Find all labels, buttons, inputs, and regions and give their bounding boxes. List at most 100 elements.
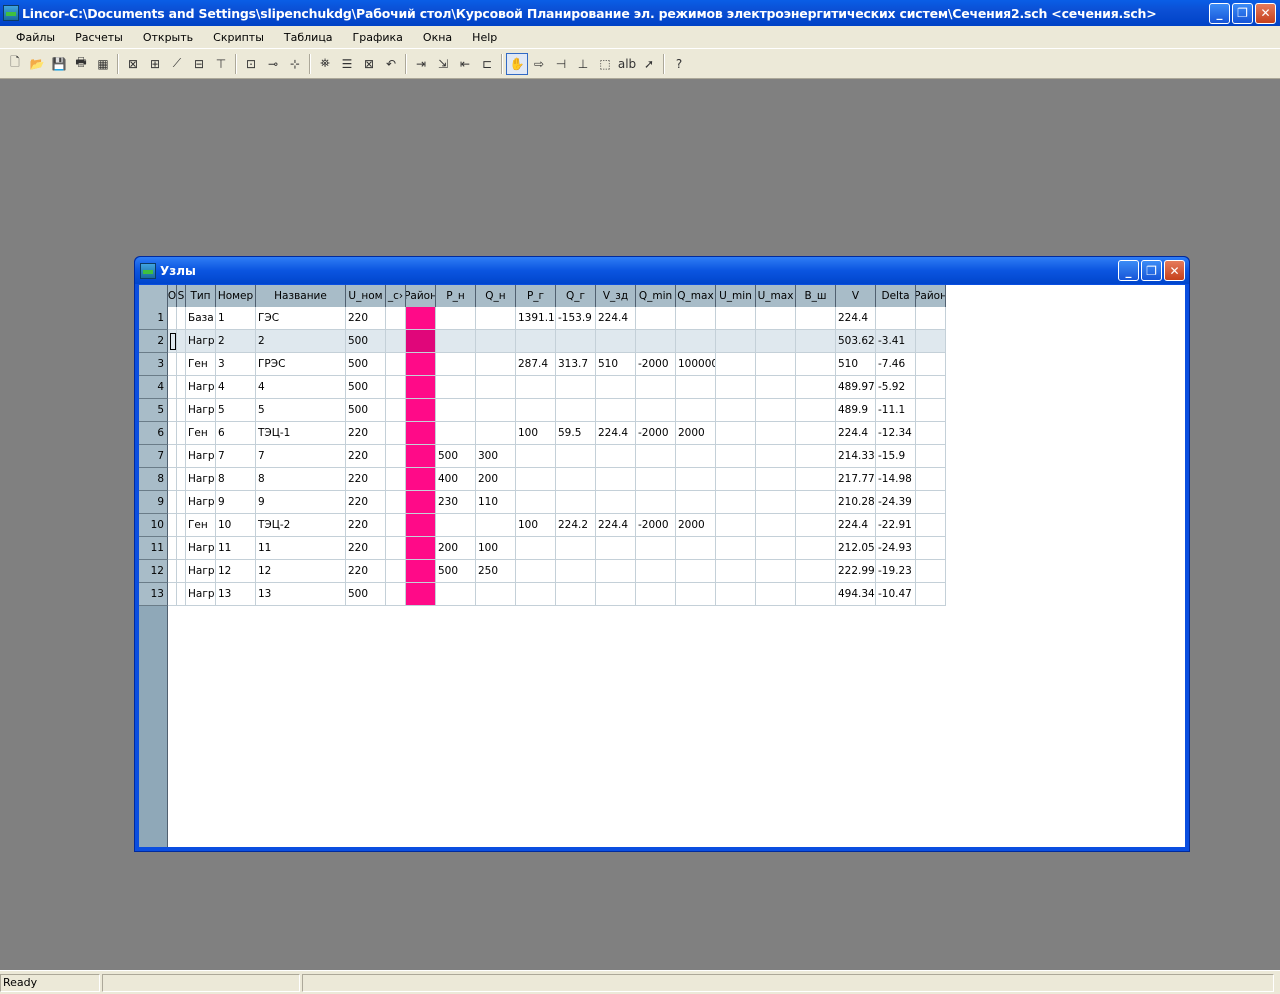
table-cell[interactable]: 12	[216, 560, 256, 583]
table-cell[interactable]	[556, 491, 596, 514]
table-cell[interactable]	[636, 376, 676, 399]
pointer-icon[interactable]: ➚	[638, 53, 660, 75]
table-cell[interactable]	[796, 399, 836, 422]
menu-graphics[interactable]: Графика	[343, 31, 413, 44]
table-cell[interactable]: -19.23	[876, 560, 916, 583]
table-cell[interactable]	[436, 353, 476, 376]
child-close-button[interactable]: ✕	[1164, 260, 1185, 281]
table-cell[interactable]: 220	[346, 422, 386, 445]
table-cell[interactable]: 510	[596, 353, 636, 376]
table-cell[interactable]	[386, 468, 406, 491]
open-folder-icon[interactable]: 📂	[26, 53, 48, 75]
table-cell[interactable]: 400	[436, 468, 476, 491]
region-color-cell[interactable]	[406, 560, 436, 583]
table-cell[interactable]: 2	[256, 330, 346, 353]
table-cell[interactable]	[756, 491, 796, 514]
table-cell[interactable]: 7	[256, 445, 346, 468]
table-cell[interactable]	[796, 307, 836, 330]
region-color-cell[interactable]	[406, 330, 436, 353]
table-cell[interactable]	[716, 560, 756, 583]
table-cell[interactable]	[168, 560, 177, 583]
table-cell[interactable]	[516, 376, 556, 399]
table-cell[interactable]: 224.2	[556, 514, 596, 537]
list-icon[interactable]: ☰	[336, 53, 358, 75]
table-row[interactable]: 7 Нагр 7 7 220 500 300 214.33 -15.9	[139, 445, 946, 468]
table-cell[interactable]	[716, 537, 756, 560]
tool-1-icon[interactable]: ⊠	[122, 53, 144, 75]
table-cell[interactable]	[876, 307, 916, 330]
table-cell[interactable]: 4	[256, 376, 346, 399]
table-cell[interactable]	[636, 537, 676, 560]
table-cell[interactable]	[796, 537, 836, 560]
column-header[interactable]: V	[836, 285, 876, 307]
table-cell[interactable]	[756, 468, 796, 491]
table-cell[interactable]: 500	[346, 353, 386, 376]
table-cell[interactable]	[476, 353, 516, 376]
table-cell[interactable]	[476, 422, 516, 445]
node-box-icon[interactable]: ⊏	[476, 53, 498, 75]
table-cell[interactable]: 250	[476, 560, 516, 583]
table-cell[interactable]: -24.93	[876, 537, 916, 560]
table-cell[interactable]	[636, 445, 676, 468]
table-cell[interactable]	[177, 422, 186, 445]
table-cell[interactable]: 500	[346, 399, 386, 422]
table-cell[interactable]: -3.41	[876, 330, 916, 353]
table-cell[interactable]: 1391.1	[516, 307, 556, 330]
column-header[interactable]: B_ш	[796, 285, 836, 307]
table-cell[interactable]: 220	[346, 468, 386, 491]
table-cell[interactable]: 224.4	[836, 514, 876, 537]
table-cell[interactable]	[556, 399, 596, 422]
table-cell[interactable]: -14.98	[876, 468, 916, 491]
table-row[interactable]: 6 Ген 6 ТЭЦ-1 220 100 59.5 224.4 -2000 2000 224.4-…	[139, 422, 946, 445]
table-row[interactable]: 9 Нагр 9 9 220 230 110 210.28 -24.39	[139, 491, 946, 514]
table-cell[interactable]	[556, 376, 596, 399]
table-cell[interactable]: 224.4	[596, 307, 636, 330]
table-cell[interactable]	[796, 330, 836, 353]
table-cell[interactable]: ТЭЦ-1	[256, 422, 346, 445]
table-cell[interactable]	[386, 537, 406, 560]
table-cell[interactable]	[916, 537, 946, 560]
table-cell[interactable]	[596, 376, 636, 399]
table-cell[interactable]	[636, 583, 676, 606]
column-header[interactable]: Q_max	[676, 285, 716, 307]
table-cell[interactable]	[596, 560, 636, 583]
table-cell[interactable]	[716, 445, 756, 468]
table-row[interactable]: 13 Нагр 13 13 500 494.34 -10.47	[139, 583, 946, 606]
column-header[interactable]: U_ном	[346, 285, 386, 307]
table-cell[interactable]: 217.77	[836, 468, 876, 491]
table-cell[interactable]: Нагр	[186, 399, 216, 422]
table-cell[interactable]	[596, 468, 636, 491]
table-cell[interactable]	[676, 376, 716, 399]
table-row[interactable]: 12 Нагр 12 12 220 500 250 222.99 -19.23	[139, 560, 946, 583]
table-cell[interactable]	[516, 445, 556, 468]
tool-2-icon[interactable]: ⊞	[144, 53, 166, 75]
table-cell[interactable]	[177, 514, 186, 537]
table-cell[interactable]: -7.46	[876, 353, 916, 376]
window-icon[interactable]	[140, 262, 156, 279]
table-cell[interactable]: -153.9	[556, 307, 596, 330]
menu-help[interactable]: Help	[462, 31, 507, 44]
table-cell[interactable]	[796, 422, 836, 445]
tool-8-icon[interactable]: ⊹	[284, 53, 306, 75]
table-cell[interactable]	[756, 353, 796, 376]
table-cell[interactable]: 494.34	[836, 583, 876, 606]
table-cell[interactable]: 220	[346, 491, 386, 514]
table-cell[interactable]	[516, 537, 556, 560]
table-cell[interactable]	[716, 399, 756, 422]
table-cell[interactable]	[436, 514, 476, 537]
table-cell[interactable]: 224.4	[836, 307, 876, 330]
column-header[interactable]: _с›	[386, 285, 406, 307]
table-cell[interactable]: 8	[256, 468, 346, 491]
table-cell[interactable]	[796, 445, 836, 468]
table-icon[interactable]: ▦	[92, 53, 114, 75]
child-minimize-button[interactable]: _	[1118, 260, 1139, 281]
table-cell[interactable]	[756, 307, 796, 330]
table-cell[interactable]	[596, 399, 636, 422]
table-cell[interactable]: 3	[216, 353, 256, 376]
table-cell[interactable]	[556, 537, 596, 560]
table-cell[interactable]	[796, 491, 836, 514]
table-cell[interactable]	[516, 399, 556, 422]
table-cell[interactable]: ГРЭС	[256, 353, 346, 376]
table-cell[interactable]	[596, 491, 636, 514]
table-cell[interactable]: -2000	[636, 353, 676, 376]
